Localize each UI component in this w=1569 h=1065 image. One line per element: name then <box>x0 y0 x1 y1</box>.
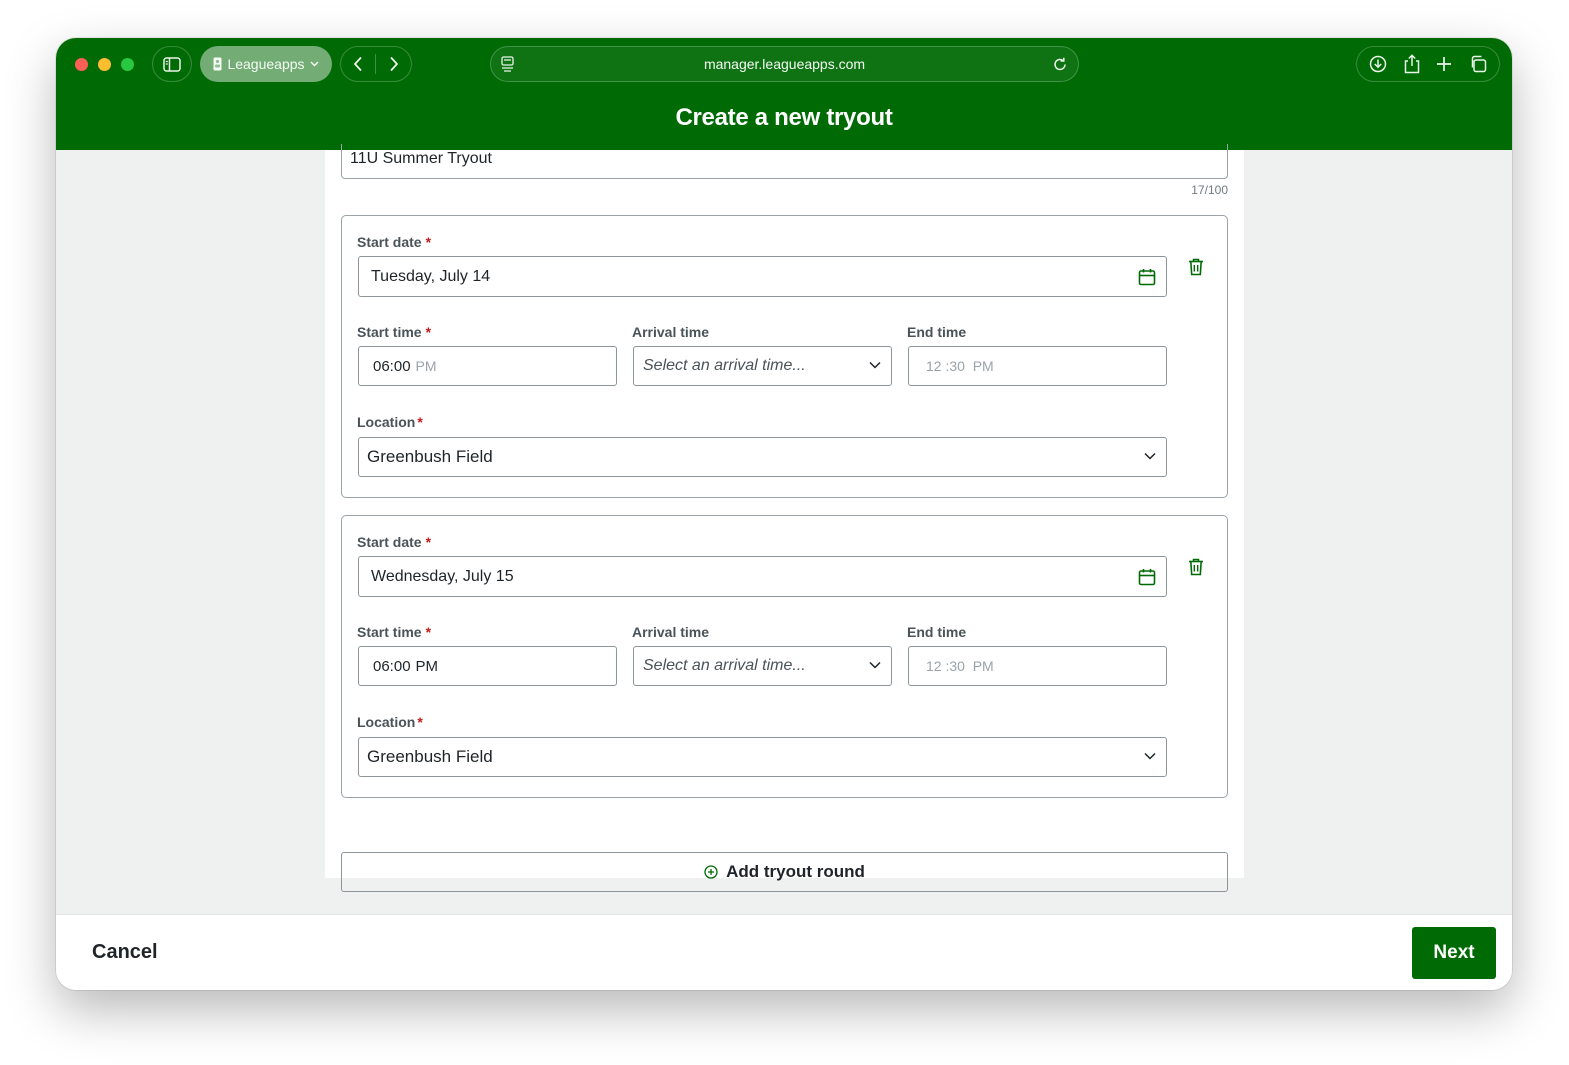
start-time-ampm: PM <box>415 657 439 675</box>
location-label: Location * <box>357 714 423 730</box>
start-time-input[interactable]: 06:00 PM <box>358 646 617 686</box>
tryout-form: 11U Summer Tryout 17/100 Start date * Tue… <box>325 144 1244 892</box>
zoom-window-button[interactable] <box>121 58 134 71</box>
required-mark: * <box>425 324 432 340</box>
end-time-label: End time <box>907 324 967 340</box>
chevron-down-icon <box>1144 752 1156 760</box>
calendar-icon[interactable] <box>1138 568 1156 586</box>
arrival-time-label: Arrival time <box>632 324 710 340</box>
required-mark: * <box>425 624 432 640</box>
arrival-time-select[interactable]: Select an arrival time... <box>633 646 892 686</box>
arrival-time-placeholder: Select an arrival time... <box>643 357 806 374</box>
plus-icon[interactable] <box>1436 56 1452 72</box>
required-mark: * <box>417 714 423 730</box>
tryout-name-input[interactable]: 11U Summer Tryout <box>341 144 1228 179</box>
arrival-time-placeholder: Select an arrival time... <box>643 657 806 674</box>
location-value: Greenbush Field <box>367 747 493 766</box>
end-time-value: 12 :30 PM <box>926 358 994 374</box>
start-time-value: 06:00 <box>373 357 411 375</box>
browser-toolbar: Leagueapps manager.leagueapps.com Create… <box>56 38 1512 150</box>
chevron-down-icon <box>869 661 881 669</box>
start-date-input[interactable]: Wednesday, July 15 <box>358 556 1167 597</box>
end-time-input[interactable]: 12 :30 PM <box>908 646 1167 686</box>
add-tryout-round-label: Add tryout round <box>726 862 865 881</box>
page-title: Create a new tryout <box>675 104 893 131</box>
location-select[interactable]: Greenbush Field <box>358 737 1167 777</box>
start-date-input[interactable]: Tuesday, July 14 <box>358 256 1167 297</box>
add-tryout-round-button[interactable]: Add tryout round <box>341 852 1228 892</box>
label-text: Start date <box>357 234 422 250</box>
back-icon[interactable] <box>353 56 363 72</box>
start-date-label: Start date * <box>357 234 431 250</box>
arrival-time-label: Arrival time <box>632 624 710 640</box>
calendar-icon[interactable] <box>1138 268 1156 286</box>
start-time-value: 06:00 <box>373 657 411 675</box>
next-button[interactable]: Next <box>1412 927 1496 979</box>
address-bar[interactable]: manager.leagueapps.com <box>490 46 1079 82</box>
browser-window: Leagueapps manager.leagueapps.com Create… <box>56 38 1512 990</box>
sidebar-icon <box>163 56 181 72</box>
end-time-label: End time <box>907 624 967 640</box>
start-time-label: Start time * <box>357 624 431 640</box>
navigation-buttons <box>340 46 412 82</box>
minimize-window-button[interactable] <box>98 58 111 71</box>
footer-bar: Cancel Next <box>56 914 1512 990</box>
start-time-input[interactable]: 06:00 PM <box>358 346 617 386</box>
required-mark: * <box>425 234 432 250</box>
location-select[interactable]: Greenbush Field <box>358 437 1167 477</box>
sidebar-toggle-button[interactable] <box>152 46 192 82</box>
start-time-ampm: PM <box>415 358 437 374</box>
profile-label: Leagueapps <box>227 56 305 72</box>
add-circle-icon <box>704 865 718 879</box>
trash-icon[interactable] <box>1188 558 1204 576</box>
start-date-value: Wednesday, July 15 <box>371 567 514 585</box>
start-date-value: Tuesday, July 14 <box>371 267 491 285</box>
label-text: Start time <box>357 324 422 340</box>
arrival-time-select[interactable]: Select an arrival time... <box>633 346 892 386</box>
tabs-icon[interactable] <box>1469 55 1487 73</box>
trash-icon[interactable] <box>1188 258 1204 276</box>
chevron-down-icon <box>310 61 319 67</box>
download-icon[interactable] <box>1369 55 1387 73</box>
nav-separator <box>375 54 377 74</box>
label-text: Location <box>357 414 416 430</box>
location-label: Location * <box>357 414 423 430</box>
end-time-value: 12 :30 PM <box>926 658 994 674</box>
end-time-input[interactable]: 12 :30 PM <box>908 346 1167 386</box>
toolbar-actions <box>1356 46 1500 82</box>
tryout-round-card: Start date * Wednesday, July 15 Start tim… <box>341 515 1228 798</box>
label-text: Start date <box>357 534 422 550</box>
chevron-down-icon <box>869 361 881 369</box>
close-window-button[interactable] <box>75 58 88 71</box>
location-value: Greenbush Field <box>367 447 493 466</box>
profile-tab-group-button[interactable]: Leagueapps <box>200 46 332 82</box>
url-text: manager.leagueapps.com <box>703 56 866 72</box>
required-mark: * <box>417 414 423 430</box>
site-icon[interactable] <box>501 56 515 72</box>
cancel-button[interactable]: Cancel <box>92 941 158 964</box>
reload-icon[interactable] <box>1052 56 1068 72</box>
character-counter: 17/100 <box>1191 183 1228 197</box>
share-icon[interactable] <box>1404 54 1420 74</box>
required-mark: * <box>425 534 432 550</box>
tryout-round-card: Start date * Tuesday, July 14 Start time *… <box>341 215 1228 498</box>
forward-icon[interactable] <box>389 56 399 72</box>
label-text: Location <box>357 714 416 730</box>
chevron-down-icon <box>1144 452 1156 460</box>
start-date-label: Start date * <box>357 534 431 550</box>
start-time-label: Start time * <box>357 324 431 340</box>
label-text: Start time <box>357 624 422 640</box>
person-icon <box>213 57 222 71</box>
